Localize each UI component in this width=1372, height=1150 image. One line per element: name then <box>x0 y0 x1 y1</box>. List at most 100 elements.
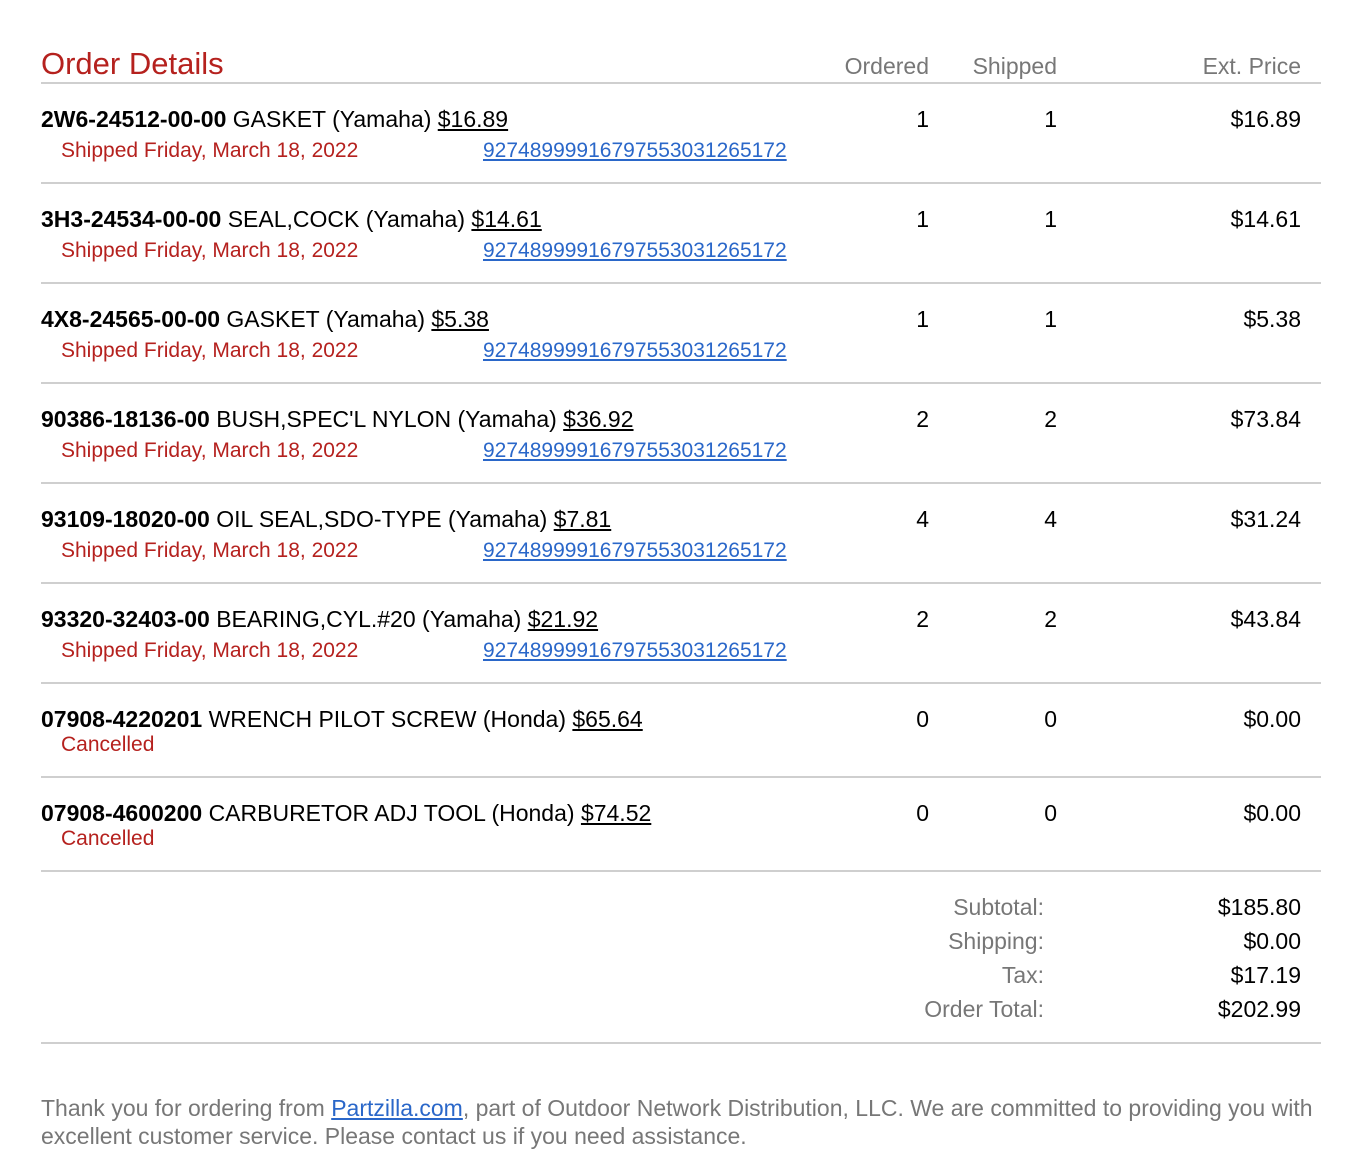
ordered-qty: 2 <box>916 406 929 432</box>
part-number: 93109-18020-00 <box>41 506 210 532</box>
part-number: 07908-4600200 <box>41 800 203 826</box>
tax-value: $17.19 <box>1230 962 1301 988</box>
tracking-number-link[interactable]: 92748999916797553031265172 <box>483 338 787 364</box>
shipping-status: Shipped Friday, March 18, 2022 <box>61 439 359 462</box>
shipping-status: Shipped Friday, March 18, 2022 <box>61 539 359 562</box>
item-line: 90386-18136-00 BUSH,SPEC'L NYLON (Yamaha… <box>41 404 634 434</box>
part-description: GASKET (Yamaha) <box>226 306 425 332</box>
shipping-status: Shipped Friday, March 18, 2022 <box>61 339 359 362</box>
order-item-row: 07908-4600200 CARBURETOR ADJ TOOL (Honda… <box>41 778 1321 872</box>
order-item-row: 93320-32403-00 BEARING,CYL.#20 (Yamaha) … <box>41 584 1321 684</box>
item-line: 07908-4220201 WRENCH PILOT SCREW (Honda)… <box>41 704 643 734</box>
part-number: 4X8-24565-00-00 <box>41 306 221 332</box>
ordered-qty: 1 <box>916 206 929 232</box>
column-header-shipped: Shipped <box>972 53 1057 79</box>
item-line: 93109-18020-00 OIL SEAL,SDO-TYPE (Yamaha… <box>41 504 611 534</box>
shipping-label: Shipping: <box>948 928 1044 954</box>
shipping-status: Shipped Friday, March 18, 2022 <box>61 139 359 162</box>
shipped-qty: 2 <box>1044 406 1057 432</box>
part-number: 90386-18136-00 <box>41 406 210 432</box>
ordered-qty: 1 <box>916 306 929 332</box>
ordered-qty: 2 <box>916 606 929 632</box>
order-details-header: Order Details Ordered Shipped Ext. Price <box>41 0 1321 84</box>
part-number: 3H3-24534-00-00 <box>41 206 222 232</box>
order-item-row: 3H3-24534-00-00 SEAL,COCK (Yamaha) $14.6… <box>41 184 1321 284</box>
order-total-row: Order Total: $202.99 <box>41 992 1321 1026</box>
part-description: BUSH,SPEC'L NYLON (Yamaha) <box>216 406 557 432</box>
tax-row: Tax: $17.19 <box>41 958 1321 992</box>
ext-price: $0.00 <box>1243 706 1301 732</box>
ordered-qty: 1 <box>916 106 929 132</box>
item-line: 93320-32403-00 BEARING,CYL.#20 (Yamaha) … <box>41 604 598 634</box>
shipped-qty: 0 <box>1044 800 1057 826</box>
shipping-status: Shipped Friday, March 18, 2022 <box>61 639 359 662</box>
footer-message: Thank you for ordering from Partzilla.co… <box>41 1094 1321 1150</box>
shipped-qty: 1 <box>1044 206 1057 232</box>
footer-text-before: Thank you for ordering from <box>41 1095 332 1121</box>
subtotal-row: Subtotal: $185.80 <box>41 890 1321 924</box>
ext-price: $16.89 <box>1230 106 1301 132</box>
part-description: CARBURETOR ADJ TOOL (Honda) <box>208 800 575 826</box>
ext-price: $0.00 <box>1243 800 1301 826</box>
item-line: 2W6-24512-00-00 GASKET (Yamaha) $16.89 <box>41 104 508 134</box>
part-number: 93320-32403-00 <box>41 606 210 632</box>
column-header-ext-price: Ext. Price <box>1202 53 1301 79</box>
shipping-value: $0.00 <box>1243 928 1301 954</box>
partzilla-link[interactable]: Partzilla.com <box>331 1095 463 1121</box>
item-line: 3H3-24534-00-00 SEAL,COCK (Yamaha) $14.6… <box>41 204 542 234</box>
shipping-row: Shipping: $0.00 <box>41 924 1321 958</box>
order-item-row: 2W6-24512-00-00 GASKET (Yamaha) $16.89 S… <box>41 84 1321 184</box>
unit-price-link[interactable]: $65.64 <box>572 706 642 732</box>
shipped-qty: 2 <box>1044 606 1057 632</box>
order-totals: Subtotal: $185.80 Shipping: $0.00 Tax: $… <box>41 872 1321 1044</box>
unit-price-link[interactable]: $16.89 <box>438 106 508 132</box>
shipping-status: Shipped Friday, March 18, 2022 <box>61 239 359 262</box>
unit-price-link[interactable]: $36.92 <box>563 406 633 432</box>
tracking-number-link[interactable]: 92748999916797553031265172 <box>483 238 787 264</box>
shipped-qty: 4 <box>1044 506 1057 532</box>
order-total-value: $202.99 <box>1217 996 1301 1022</box>
order-item-row: 90386-18136-00 BUSH,SPEC'L NYLON (Yamaha… <box>41 384 1321 484</box>
ordered-qty: 0 <box>916 706 929 732</box>
subtotal-value: $185.80 <box>1217 894 1301 920</box>
tracking-number-link[interactable]: 92748999916797553031265172 <box>483 538 787 564</box>
unit-price-link[interactable]: $5.38 <box>431 306 489 332</box>
cancelled-status: Cancelled <box>61 733 155 756</box>
tracking-number-link[interactable]: 92748999916797553031265172 <box>483 638 787 664</box>
ext-price: $5.38 <box>1243 306 1301 332</box>
unit-price-link[interactable]: $74.52 <box>581 800 651 826</box>
tracking-number-link[interactable]: 92748999916797553031265172 <box>483 138 787 164</box>
ext-price: $14.61 <box>1230 206 1301 232</box>
item-line: 07908-4600200 CARBURETOR ADJ TOOL (Honda… <box>41 798 651 828</box>
column-header-ordered: Ordered <box>844 53 929 79</box>
ordered-qty: 4 <box>916 506 929 532</box>
unit-price-link[interactable]: $7.81 <box>554 506 612 532</box>
subtotal-label: Subtotal: <box>953 894 1044 920</box>
ext-price: $43.84 <box>1230 606 1301 632</box>
item-line: 4X8-24565-00-00 GASKET (Yamaha) $5.38 <box>41 304 489 334</box>
shipped-qty: 1 <box>1044 306 1057 332</box>
part-description: GASKET (Yamaha) <box>232 106 432 132</box>
tax-label: Tax: <box>1001 962 1044 988</box>
part-number: 2W6-24512-00-00 <box>41 106 227 132</box>
order-items-list: 2W6-24512-00-00 GASKET (Yamaha) $16.89 S… <box>41 84 1321 872</box>
order-item-row: 07908-4220201 WRENCH PILOT SCREW (Honda)… <box>41 684 1321 778</box>
order-item-row: 93109-18020-00 OIL SEAL,SDO-TYPE (Yamaha… <box>41 484 1321 584</box>
order-details-panel: Order Details Ordered Shipped Ext. Price… <box>41 0 1321 1044</box>
page-title: Order Details <box>41 46 224 81</box>
shipped-qty: 1 <box>1044 106 1057 132</box>
unit-price-link[interactable]: $21.92 <box>528 606 598 632</box>
part-description: SEAL,COCK (Yamaha) <box>227 206 466 232</box>
part-description: BEARING,CYL.#20 (Yamaha) <box>216 606 522 632</box>
ext-price: $31.24 <box>1230 506 1301 532</box>
order-total-label: Order Total: <box>924 996 1044 1022</box>
unit-price-link[interactable]: $14.61 <box>471 206 541 232</box>
part-description: OIL SEAL,SDO-TYPE (Yamaha) <box>216 506 548 532</box>
part-number: 07908-4220201 <box>41 706 203 732</box>
tracking-number-link[interactable]: 92748999916797553031265172 <box>483 438 787 464</box>
ordered-qty: 0 <box>916 800 929 826</box>
ext-price: $73.84 <box>1230 406 1301 432</box>
shipped-qty: 0 <box>1044 706 1057 732</box>
part-description: WRENCH PILOT SCREW (Honda) <box>208 706 566 732</box>
cancelled-status: Cancelled <box>61 827 155 850</box>
